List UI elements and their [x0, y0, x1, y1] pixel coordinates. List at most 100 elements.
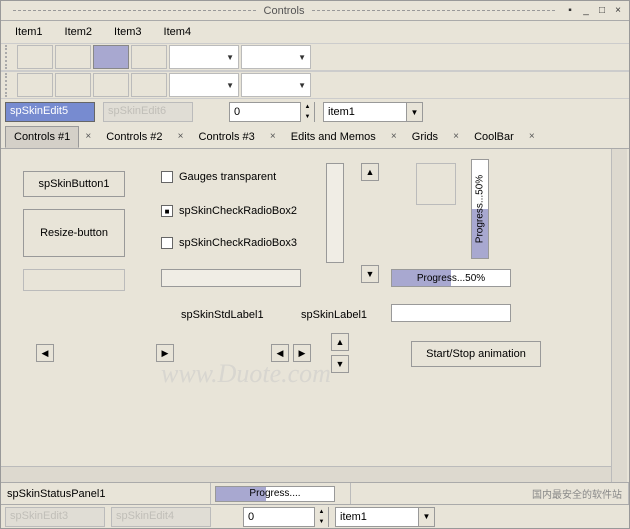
progress-label: Progress...50% — [392, 273, 510, 284]
bottom-bar: spSkinEdit3 spSkinEdit4 ▲ ▼ item1 ▼ — [1, 504, 629, 528]
checkradio-2[interactable]: spSkinCheckRadioBox2 — [161, 205, 297, 217]
step-down-button[interactable]: ▼ — [331, 355, 349, 373]
checkbox-label: Gauges transparent — [179, 171, 276, 183]
tab-close-icon[interactable]: × — [387, 131, 401, 142]
minimize-button[interactable]: _ — [579, 4, 593, 18]
chevron-down-icon: ▼ — [226, 81, 234, 90]
spin-down-icon[interactable]: ▼ — [300, 112, 314, 122]
toolbar-2: ▼ ▼ — [1, 71, 629, 99]
body-vscrollbar[interactable] — [611, 149, 627, 482]
arrow-right-button[interactable]: ▶ — [156, 344, 174, 362]
toolbar-grip[interactable] — [5, 45, 11, 69]
bottom-spin[interactable]: ▲ ▼ — [243, 507, 329, 527]
tb1-dropdown-1[interactable]: ▼ — [169, 45, 239, 69]
app-window: Controls ▪ _ □ × Item1 Item2 Item3 Item4… — [0, 0, 630, 529]
tab-controls-2[interactable]: Controls #2 — [97, 126, 171, 148]
progress-label: Progress...50% — [475, 175, 486, 243]
frame-box — [416, 163, 456, 205]
combo-value: item1 — [336, 509, 418, 525]
menu-item-2[interactable]: Item2 — [55, 23, 103, 41]
spin-up-icon[interactable]: ▲ — [300, 102, 314, 112]
window-title: Controls — [264, 5, 305, 17]
tab-close-icon[interactable]: × — [174, 131, 188, 142]
bottom-edit-1: spSkinEdit3 — [5, 507, 105, 527]
status-progress: Progress.... — [215, 486, 335, 502]
skin-label: spSkinLabel1 — [301, 309, 367, 321]
tab-close-icon[interactable]: × — [525, 131, 539, 142]
tb2-dropdown-1[interactable]: ▼ — [169, 73, 239, 97]
spin-up-icon[interactable]: ▲ — [314, 507, 328, 517]
checkbox-gauges[interactable]: Gauges transparent — [161, 171, 276, 183]
tab-grids[interactable]: Grids — [403, 126, 447, 148]
bottom-edit-2: spSkinEdit4 — [111, 507, 211, 527]
checkbox-icon — [161, 171, 173, 183]
chevron-down-icon[interactable]: ▼ — [406, 103, 422, 121]
step-left-button[interactable]: ◀ — [271, 344, 289, 362]
resize-button[interactable]: Resize-button — [23, 209, 125, 257]
step-right-button[interactable]: ▶ — [293, 344, 311, 362]
combo-box[interactable]: item1 ▼ — [323, 102, 423, 122]
toolbar-grip[interactable] — [5, 73, 11, 97]
tab-edits-memos[interactable]: Edits and Memos — [282, 126, 385, 148]
skin-button-1[interactable]: spSkinButton1 — [23, 171, 125, 197]
maximize-button[interactable]: □ — [595, 4, 609, 18]
footer-text: 国内最安全的软件站 — [532, 486, 622, 501]
rollup-button[interactable]: ▪ — [563, 4, 577, 18]
tb1-button-3-selected[interactable] — [93, 45, 129, 69]
skin-edit-selected[interactable]: spSkinEdit5 — [5, 102, 95, 122]
status-progress-label: Progress.... — [216, 487, 334, 501]
panel-1 — [23, 269, 125, 291]
chevron-down-icon: ▼ — [226, 53, 234, 62]
body-hscrollbar[interactable] — [1, 466, 611, 482]
tb2-button-4[interactable] — [131, 73, 167, 97]
chevron-down-icon[interactable]: ▼ — [418, 508, 434, 526]
tab-coolbar[interactable]: CoolBar — [465, 126, 523, 148]
tab-controls-3[interactable]: Controls #3 — [190, 126, 264, 148]
skin-edit-disabled: spSkinEdit6 — [103, 102, 193, 122]
arrow-left-button[interactable]: ◀ — [36, 344, 54, 362]
step-up-button[interactable]: ▲ — [331, 333, 349, 351]
combo-value: item1 — [324, 104, 406, 120]
toolbar-1: ▼ ▼ — [1, 43, 629, 71]
tb1-button-1[interactable] — [17, 45, 53, 69]
checkbox-label: spSkinCheckRadioBox2 — [179, 205, 297, 217]
status-panel-1: spSkinStatusPanel1 — [1, 483, 211, 504]
start-stop-button[interactable]: Start/Stop animation — [411, 341, 541, 367]
tab-close-icon[interactable]: × — [81, 131, 95, 142]
tb1-button-4[interactable] — [131, 45, 167, 69]
tab-close-icon[interactable]: × — [266, 131, 280, 142]
bottom-combo[interactable]: item1 ▼ — [335, 507, 435, 527]
text-input[interactable] — [391, 304, 511, 322]
tb2-button-2[interactable] — [55, 73, 91, 97]
tb1-button-2[interactable] — [55, 45, 91, 69]
vertical-progress: Progress...50% — [471, 159, 489, 259]
title-bar: Controls ▪ _ □ × — [1, 1, 629, 21]
vertical-scrollbar[interactable] — [326, 163, 344, 263]
menu-item-4[interactable]: Item4 — [154, 23, 202, 41]
checkradio-3[interactable]: spSkinCheckRadioBox3 — [161, 237, 297, 249]
spin-input[interactable] — [230, 104, 300, 120]
menu-item-1[interactable]: Item1 — [5, 23, 53, 41]
edit-row: spSkinEdit5 spSkinEdit6 ▲ ▼ item1 ▼ — [1, 99, 629, 125]
scroll-up-button[interactable]: ▲ — [361, 163, 379, 181]
tab-controls-1[interactable]: Controls #1 — [5, 126, 79, 148]
tb2-dropdown-2[interactable]: ▼ — [241, 73, 311, 97]
horizontal-scrollbar[interactable] — [161, 269, 301, 287]
horizontal-progress: Progress...50% — [391, 269, 511, 287]
tb2-button-1[interactable] — [17, 73, 53, 97]
menu-bar: Item1 Item2 Item3 Item4 — [1, 21, 629, 43]
status-bar: spSkinStatusPanel1 Progress.... 国内最安全的软件… — [1, 482, 629, 504]
spin-down-icon[interactable]: ▼ — [314, 517, 328, 527]
checkbox-label: spSkinCheckRadioBox3 — [179, 237, 297, 249]
tab-close-icon[interactable]: × — [449, 131, 463, 142]
scroll-down-button[interactable]: ▼ — [361, 265, 379, 283]
checkbox-checked-icon — [161, 205, 173, 217]
spin-edit[interactable]: ▲ ▼ — [229, 102, 315, 122]
bottom-spin-input[interactable] — [244, 509, 314, 525]
std-label: spSkinStdLabel1 — [181, 309, 264, 321]
tb2-button-3[interactable] — [93, 73, 129, 97]
chevron-down-icon: ▼ — [298, 81, 306, 90]
tb1-dropdown-2[interactable]: ▼ — [241, 45, 311, 69]
menu-item-3[interactable]: Item3 — [104, 23, 152, 41]
close-button[interactable]: × — [611, 4, 625, 18]
